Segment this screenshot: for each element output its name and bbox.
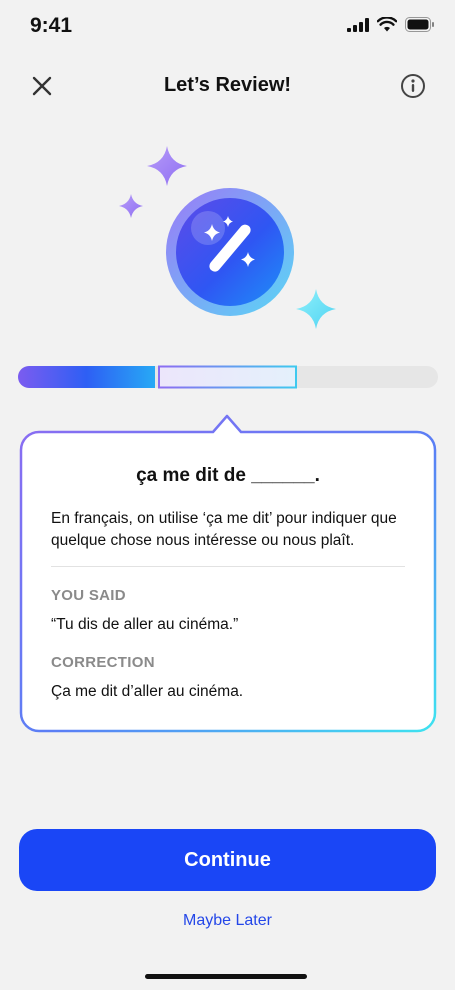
status-time: 9:41 bbox=[30, 14, 73, 37]
info-icon bbox=[401, 74, 425, 98]
page-title: Let’s Review! bbox=[163, 74, 292, 96]
sparkle-icon bbox=[147, 146, 187, 186]
explanation-text: En français, on utilise ‘ça me dit’ pour… bbox=[51, 510, 397, 549]
question-text: ça me dit de ______. bbox=[136, 465, 320, 486]
correction-text: Ça me dit d’aller au cinéma. bbox=[51, 683, 244, 700]
sparkle-icon bbox=[119, 194, 143, 218]
battery-icon bbox=[405, 17, 434, 32]
continue-button[interactable]: Continue bbox=[19, 829, 436, 891]
you-said-label: YOU SAID bbox=[51, 587, 126, 604]
signal-icon bbox=[347, 17, 369, 32]
info-button[interactable] bbox=[395, 68, 431, 104]
review-card: ça me dit de ______. En français, on uti… bbox=[21, 432, 435, 730]
home-indicator bbox=[145, 974, 307, 979]
divider bbox=[51, 566, 405, 567]
progress-bar bbox=[18, 365, 438, 389]
maybe-later-link[interactable]: Maybe Later bbox=[0, 912, 455, 930]
sparkle-icon bbox=[296, 289, 336, 329]
status-icons bbox=[347, 17, 435, 32]
wifi-icon bbox=[377, 17, 397, 32]
you-said-text: “Tu dis de aller au cinéma.” bbox=[51, 616, 239, 633]
hero-badge bbox=[119, 146, 336, 329]
correction-label: CORRECTION bbox=[51, 654, 155, 671]
progress-segment-complete bbox=[18, 366, 155, 388]
progress-segment-current bbox=[158, 365, 297, 389]
